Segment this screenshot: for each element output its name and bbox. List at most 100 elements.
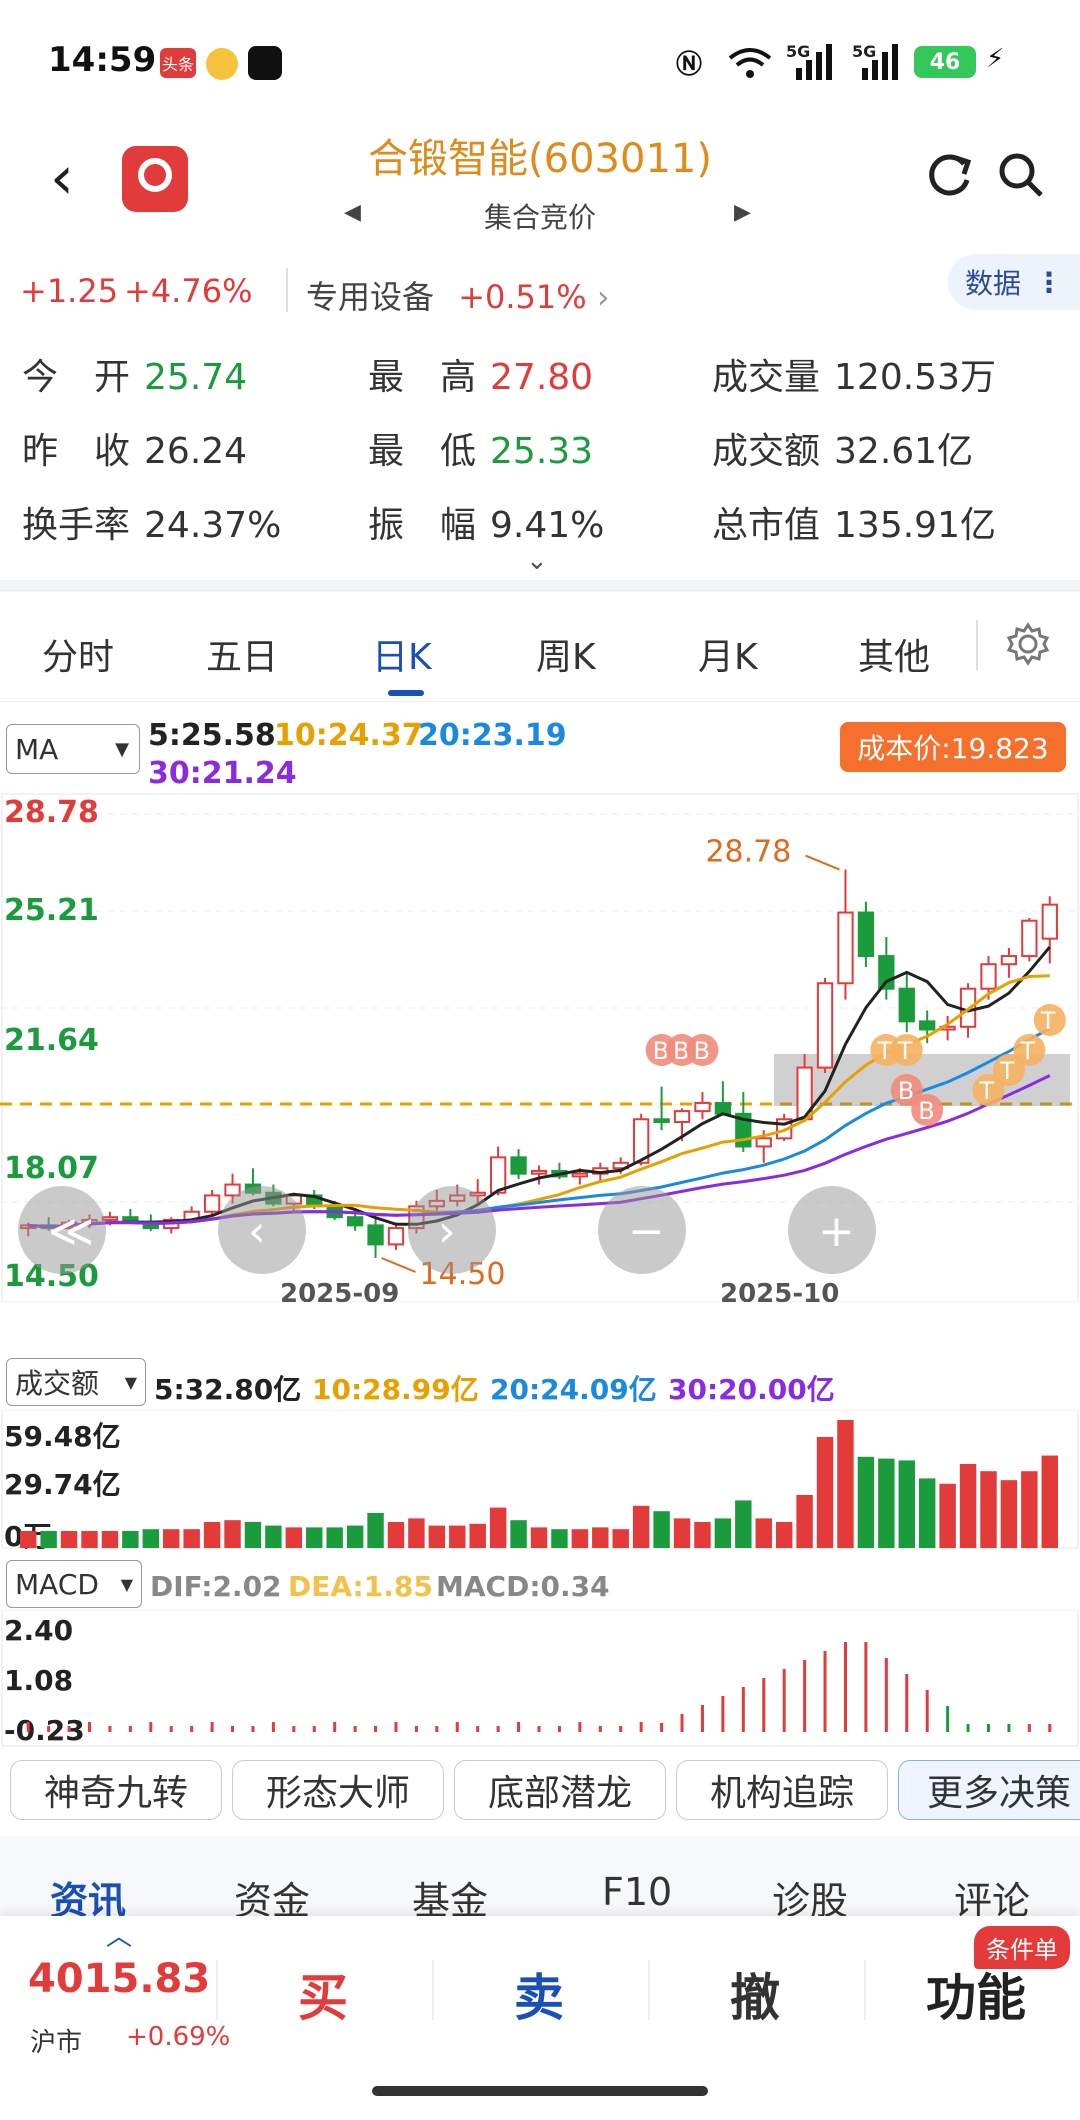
sector-link[interactable]: 专用设备 +0.51% ›	[306, 272, 610, 318]
tab-0[interactable]: 分时	[42, 628, 114, 680]
strategy-button-3[interactable]: 机构追踪	[676, 1760, 888, 1820]
volume-bar	[183, 1529, 200, 1548]
vol-ma10-legend: 10:28.99亿	[312, 1373, 479, 1406]
volume-bar	[346, 1525, 364, 1548]
macd-chart[interactable]: 2.40 1.08 -0.23	[0, 1610, 1080, 1748]
candle-down	[346, 1216, 364, 1227]
volume-bar	[244, 1522, 262, 1548]
candle-up	[571, 1172, 589, 1178]
ma10-legend: 10:24.37	[274, 718, 423, 753]
strategy-button-0[interactable]: 神奇九转	[10, 1760, 222, 1820]
sell-button[interactable]: 卖	[514, 1958, 564, 2030]
trade-marker-label: T	[897, 1037, 913, 1065]
volume-bar	[326, 1527, 343, 1548]
chevron-up-icon[interactable]: ︿	[106, 1916, 132, 1953]
info-tab-3[interactable]: F10	[602, 1870, 672, 1914]
trade-marker-label: B	[898, 1077, 914, 1105]
candle-up	[530, 1169, 548, 1175]
stat-value: 26.24	[144, 431, 248, 472]
tab-2[interactable]: 日K	[372, 628, 432, 680]
tab-1[interactable]: 五日	[206, 628, 278, 680]
caret-down-icon: ▼	[120, 1574, 133, 1594]
candle-up	[816, 982, 834, 1069]
stock-title[interactable]: 合锻智能(603011)	[290, 126, 790, 184]
stat-value: 25.33	[490, 431, 594, 472]
volume-bar	[367, 1513, 384, 1548]
candle-down	[714, 1101, 732, 1115]
candle-up	[203, 1194, 221, 1213]
search-icon[interactable]	[996, 150, 1046, 200]
volume-bar	[510, 1520, 527, 1548]
tab-5[interactable]: 其他	[858, 628, 930, 680]
market-phase: 集合竞价	[483, 201, 596, 234]
cancel-order-button[interactable]: 撤	[730, 1958, 780, 2030]
index-value[interactable]: 4015.83	[28, 1956, 210, 2002]
volume-bar	[980, 1471, 997, 1548]
kline-chart[interactable]: 28.7825.2121.6418.0714.5028.7814.50B B B T T…	[0, 792, 1080, 1302]
candle-up	[1021, 919, 1038, 958]
network-type-label-2: 5G	[852, 42, 877, 61]
bar-divider-1	[216, 1960, 218, 2020]
stat-item: 今 开 25.74	[22, 348, 247, 400]
high-pointer	[805, 854, 840, 871]
trade-marker-label: T	[1040, 1007, 1056, 1035]
candle-up	[837, 911, 854, 985]
gear-icon[interactable]	[1006, 622, 1050, 666]
buy-button[interactable]: 买	[298, 1958, 348, 2030]
pan-right-icon-glyph: ›	[438, 1206, 456, 1257]
indicator-select-ma-value: MA	[15, 732, 59, 766]
volume-bar	[592, 1527, 609, 1548]
network-type-label: 5G	[786, 42, 811, 61]
zoom-out-icon-glyph: −	[628, 1206, 665, 1257]
expand-chevron-icon[interactable]: ⌄	[526, 546, 548, 576]
macd-legend: MACD:0.34	[436, 1570, 610, 1603]
indicator-select-ma[interactable]: MA ▼	[6, 724, 140, 774]
cost-price-badge[interactable]: 成本价:19.823	[840, 722, 1066, 772]
battery-icon: 46	[914, 46, 976, 78]
conditional-order-badge[interactable]: 条件单	[974, 1926, 1070, 1969]
high-price-label: 28.78	[705, 835, 791, 870]
trade-marker-label: B	[693, 1037, 709, 1065]
volume-bar	[203, 1522, 221, 1548]
volume-bar	[551, 1529, 568, 1548]
volume-bar	[163, 1529, 180, 1548]
y-axis-label: 21.64	[4, 1023, 99, 1058]
stat-label: 最 低	[368, 431, 477, 472]
bar-divider-3	[648, 1960, 650, 2020]
volume-bar	[775, 1522, 793, 1548]
vol-ma30-legend: 30:20.00亿	[668, 1373, 835, 1406]
volume-y-label: 59.48亿	[4, 1420, 121, 1453]
weibo-icon	[206, 48, 238, 80]
volume-y-label: 29.74亿	[4, 1468, 121, 1501]
next-stock-icon[interactable]: ▶	[734, 200, 751, 225]
status-time: 14:59	[48, 40, 157, 80]
stat-item: 最 高 27.80	[368, 348, 593, 400]
strategy-button-2[interactable]: 底部潜龙	[454, 1760, 666, 1820]
volume-bar	[796, 1495, 813, 1548]
sector-name: 专用设备	[306, 278, 435, 316]
volume-chart[interactable]: 59.48亿29.74亿0万	[0, 1410, 1080, 1550]
strategy-button-4[interactable]: 更多决策	[898, 1760, 1080, 1820]
tab-3[interactable]: 周K	[536, 628, 596, 680]
indicator-select-volume[interactable]: 成交额 ▼	[6, 1358, 146, 1406]
data-button[interactable]: 数据 ⋮	[948, 254, 1080, 310]
refresh-icon[interactable]	[924, 150, 974, 200]
home-indicator[interactable]	[372, 2086, 708, 2096]
strategy-button-1[interactable]: 形态大师	[232, 1760, 444, 1820]
stat-label: 换手率	[22, 505, 131, 546]
stat-label: 成交额	[712, 431, 821, 472]
toutiao-app-icon: 头条	[160, 48, 196, 78]
dif-legend: DIF:2.02	[150, 1570, 282, 1603]
tab-4[interactable]: 月K	[698, 628, 758, 680]
back-icon[interactable]: ‹	[50, 148, 90, 208]
volume-bar	[101, 1531, 119, 1548]
zoom-in-icon-glyph: +	[818, 1206, 855, 1257]
y-axis-label: 18.07	[4, 1151, 99, 1186]
candle-down	[367, 1224, 384, 1246]
trade-marker-label: T	[1019, 1037, 1035, 1065]
ma30-legend: 30:21.24	[148, 756, 297, 791]
indicator-select-macd[interactable]: MACD ▼	[6, 1560, 142, 1608]
stat-label: 成交量	[712, 357, 821, 398]
indicator-select-macd-value: MACD	[15, 1567, 99, 1601]
volume-bar	[918, 1478, 936, 1548]
